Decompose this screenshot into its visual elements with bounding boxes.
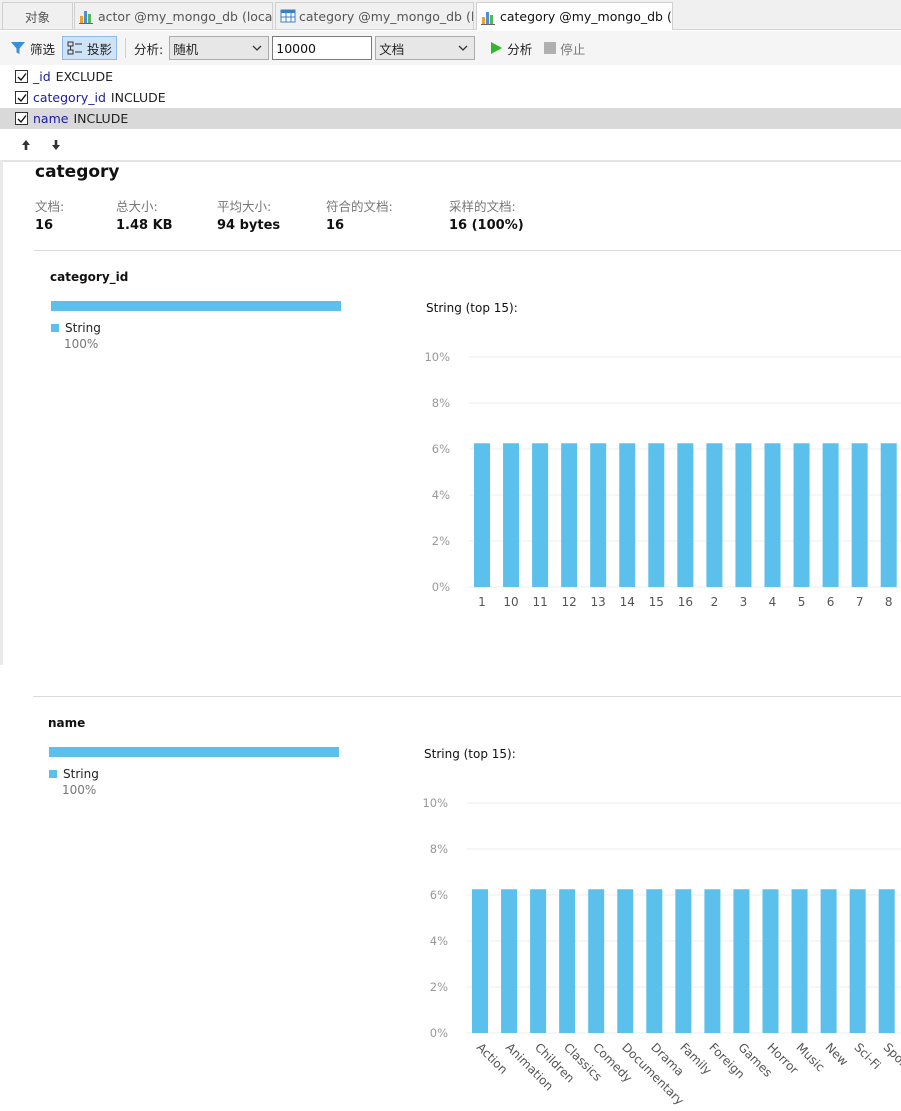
y-tick-label: 8% — [430, 842, 448, 856]
arrow-up-icon — [22, 140, 30, 150]
sample-unit-select[interactable]: 文档 — [375, 36, 476, 60]
y-tick-label: 0% — [430, 1026, 448, 1040]
analysis-report: category 文档: 16 总大小: 1.48 KB 平均大小: 94 by… — [3, 160, 901, 1109]
bar — [617, 889, 634, 1033]
tab-category-table[interactable]: category @my_mongo_db (local) — [275, 2, 474, 29]
checkbox[interactable] — [15, 70, 28, 83]
x-tick-label: Sports — [881, 1040, 901, 1077]
tab-label: category @my_mongo_db (local) — [299, 8, 474, 24]
bar — [559, 889, 576, 1033]
chevron-down-icon — [458, 45, 468, 51]
bar — [501, 889, 518, 1033]
projection-field: name — [33, 111, 69, 126]
checkmark-icon — [17, 72, 27, 81]
move-up-button[interactable] — [20, 139, 32, 151]
y-tick-label: 2% — [430, 980, 448, 994]
checkbox[interactable] — [15, 112, 28, 125]
tab-category-analysis[interactable]: category @my_mongo_db (local) — [476, 2, 673, 30]
bar-chart-icon — [79, 11, 93, 24]
y-tick-label: 6% — [430, 888, 448, 902]
bar — [820, 889, 837, 1033]
analyze-prefix-label: 分析: — [134, 41, 164, 57]
chevron-down-icon — [252, 45, 262, 51]
projection-row-id[interactable]: _id EXCLUDE — [0, 66, 901, 87]
filter-button[interactable]: 筛选 — [6, 36, 59, 60]
projection-row-category-id[interactable]: category_id INCLUDE — [0, 87, 901, 108]
projection-field: _id — [33, 69, 51, 84]
projection-button[interactable]: 投影 — [62, 36, 118, 60]
x-tick-label: Sci-Fi — [852, 1040, 884, 1072]
string-frequency-chart: 0%2%4%6%8%10%ActionAnimationChildrenClas… — [422, 796, 901, 1108]
projection-row-name[interactable]: name INCLUDE — [0, 108, 901, 129]
bar-chart-icon — [481, 11, 495, 25]
play-icon — [491, 42, 503, 54]
tab-label: category @my_mongo_db (local) — [500, 9, 672, 24]
toolbar-separator — [125, 38, 127, 58]
table-grid-icon — [280, 9, 296, 23]
projection-mode[interactable]: EXCLUDE — [56, 69, 113, 84]
bar — [704, 889, 721, 1033]
bar — [472, 889, 488, 1033]
projection-list: _id EXCLUDE category_id INCLUDE name INC… — [0, 66, 901, 129]
stop-button[interactable]: 停止 — [540, 36, 589, 60]
projection-field: category_id — [33, 90, 106, 105]
tab-actor-analysis[interactable]: actor @my_mongo_db (local) — [74, 2, 273, 29]
projection-icon — [67, 41, 83, 55]
x-tick-label: Action — [474, 1040, 510, 1076]
sample-limit-input[interactable] — [272, 36, 373, 60]
bar — [878, 889, 895, 1033]
tab-bar: 对象 actor @my_mongo_db (local) category @… — [0, 0, 901, 30]
bar — [675, 889, 692, 1033]
bar — [791, 889, 808, 1033]
y-tick-label: 4% — [430, 934, 448, 948]
checkmark-icon — [17, 114, 27, 123]
tab-objects[interactable]: 对象 — [2, 2, 73, 29]
y-tick-label: 10% — [422, 796, 448, 810]
checkmark-icon — [17, 93, 27, 102]
toolbar: 筛选 投影 分析: 随机 文档 分析 停止 — [0, 31, 901, 65]
stop-icon — [544, 42, 557, 54]
checkbox[interactable] — [15, 91, 28, 104]
analyze-button[interactable]: 分析 — [485, 36, 536, 60]
bar — [849, 889, 866, 1033]
bar — [762, 889, 779, 1033]
move-down-button[interactable] — [50, 139, 62, 151]
filter-icon — [11, 42, 25, 54]
bar — [733, 889, 750, 1033]
tab-label: actor @my_mongo_db (local) — [98, 8, 273, 24]
projection-mode[interactable]: INCLUDE — [111, 90, 166, 105]
reorder-buttons — [0, 131, 901, 159]
projection-mode[interactable]: INCLUDE — [73, 111, 128, 126]
bar — [646, 889, 663, 1033]
tab-label: 对象 — [24, 9, 50, 25]
sample-mode-select[interactable]: 随机 — [169, 36, 270, 60]
arrow-down-icon — [52, 140, 60, 150]
bar — [588, 889, 605, 1033]
bar — [530, 889, 547, 1033]
